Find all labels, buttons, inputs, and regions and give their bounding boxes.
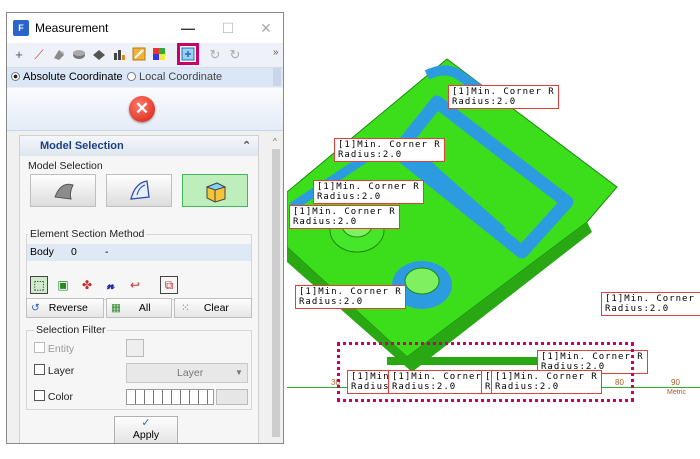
measurement-window: F Measurement — ☐ ✕ + ⟋ ↻ ↻ » Absolute C… xyxy=(6,12,284,444)
collapse-icon[interactable]: ⌃ xyxy=(242,136,251,156)
surface-model-button[interactable] xyxy=(30,174,96,207)
stop-icon[interactable]: ✕ xyxy=(129,96,155,122)
maximize-button[interactable]: ☐ xyxy=(215,17,241,39)
color-picker-icon[interactable] xyxy=(216,389,248,405)
solid-icon[interactable] xyxy=(71,47,87,63)
all-button[interactable]: ▦ All xyxy=(106,298,172,318)
select-curve-icon[interactable]: 𝓷 xyxy=(102,276,120,294)
local-coordinate-radio[interactable]: Local Coordinate xyxy=(127,71,222,83)
check-icon: ✓ xyxy=(141,417,151,429)
select-region-icon[interactable]: ▣ xyxy=(54,276,72,294)
select-frame-icon[interactable] xyxy=(177,43,199,65)
callout-3[interactable]: [1]Min. Corner R Radius:2.0 xyxy=(313,180,424,204)
close-window-button[interactable]: ✕ xyxy=(253,17,279,39)
callout-1[interactable]: [1]Min. Corner R Radius:2.0 xyxy=(448,85,559,109)
select-box-icon[interactable]: ⬚ xyxy=(30,276,48,294)
scrollbar[interactable]: ^ xyxy=(270,135,282,441)
angle-icon[interactable] xyxy=(131,47,147,63)
edge-icon[interactable]: ⟋ xyxy=(31,47,47,63)
toolbar: + ⟋ ↻ ↻ » xyxy=(7,43,283,68)
model-selection-label: Model Selection xyxy=(28,160,103,172)
title-bar: F Measurement — ☐ ✕ xyxy=(7,13,283,43)
coordinate-bar: Absolute Coordinate Local Coordinate xyxy=(7,68,283,87)
app-icon: F xyxy=(13,20,29,36)
select-pick-icon[interactable]: ✤ xyxy=(78,276,96,294)
toolbar-overflow-icon[interactable]: » xyxy=(273,47,279,58)
entity-checkbox[interactable]: Entity xyxy=(34,342,74,355)
callout-4[interactable]: [1]Min. Corner R Radius:2.0 xyxy=(289,205,400,229)
chevron-down-icon: ▼ xyxy=(235,368,243,377)
color-grid-icon[interactable] xyxy=(151,47,167,63)
chart-icon[interactable] xyxy=(111,47,127,63)
model-selection-panel: Model Selection ⌃ Model Selection Elemen… xyxy=(19,135,259,443)
select-window-icon[interactable]: ⧉ xyxy=(160,276,178,294)
color-swatch-strip[interactable] xyxy=(126,389,214,405)
minimize-button[interactable]: — xyxy=(175,17,201,39)
sheet-model-button[interactable] xyxy=(106,174,172,207)
scroll-thumb[interactable] xyxy=(272,149,280,437)
crosshair-icon[interactable]: + xyxy=(11,47,27,63)
rotate-alt-icon[interactable]: ↻ xyxy=(227,47,243,63)
reverse-button[interactable]: ↺ Reverse xyxy=(26,298,104,318)
apply-button[interactable]: ✓ Apply xyxy=(114,416,178,443)
callout-5[interactable]: [1]Min. Corner R Radius:2.0 xyxy=(295,285,406,309)
solid-model-button[interactable] xyxy=(182,174,248,207)
coord-scroll-icon[interactable] xyxy=(273,68,281,86)
ruler-tick-90: 90 xyxy=(671,378,680,387)
panel-title: Model Selection xyxy=(40,140,124,152)
select-chain-icon[interactable]: ↩ xyxy=(126,276,144,294)
clear-button[interactable]: ⁙ Clear xyxy=(174,298,252,318)
panel-header[interactable]: Model Selection ⌃ xyxy=(20,136,258,156)
stop-bar: ✕ xyxy=(7,88,283,131)
element-section-label: Element Section Method xyxy=(28,228,147,240)
highlight-region xyxy=(337,342,634,402)
rotate-icon[interactable]: ↻ xyxy=(207,47,223,63)
callout-6[interactable]: [1]Min. Corner R Radius:2.0 xyxy=(601,292,700,316)
window-title: Measurement xyxy=(35,21,109,35)
selection-filter-label: Selection Filter xyxy=(34,324,108,336)
entity-picker-icon[interactable] xyxy=(126,339,144,357)
absolute-coordinate-radio[interactable]: Absolute Coordinate xyxy=(11,71,123,83)
layer-checkbox[interactable]: Layer xyxy=(34,364,74,377)
solid-dark-icon[interactable] xyxy=(91,47,107,63)
scroll-up-icon[interactable]: ^ xyxy=(273,137,277,146)
body-row: Body 0 - xyxy=(27,244,251,261)
callout-2[interactable]: [1]Min. Corner R Radius:2.0 xyxy=(334,138,445,162)
color-checkbox[interactable]: Color xyxy=(34,390,73,403)
layer-dropdown[interactable]: Layer ▼ xyxy=(126,363,248,383)
ruler-unit: Metric xyxy=(667,389,687,396)
cube-face-icon[interactable] xyxy=(51,47,67,63)
